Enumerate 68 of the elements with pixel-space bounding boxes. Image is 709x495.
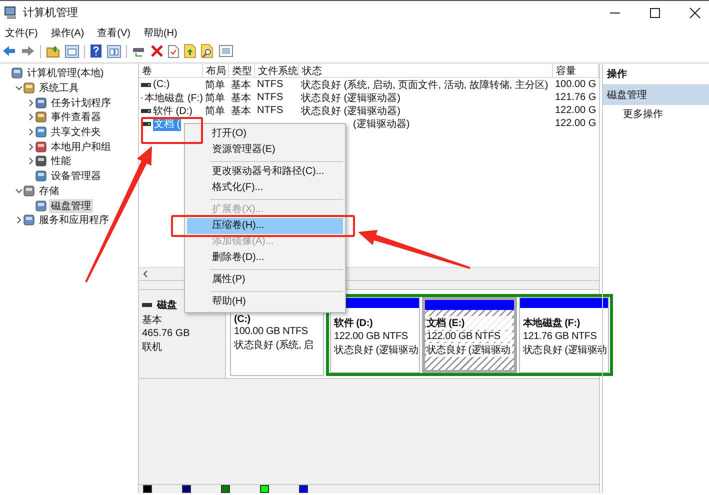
context-menu-item[interactable]: 更改驱动器号和路径(C)... [187, 164, 343, 180]
table-cell[interactable]: 软件 (D:) [153, 104, 192, 118]
table-cell: 121.76 G [555, 92, 596, 103]
partition-size: 122.00 GB NTFS [426, 331, 512, 342]
tree-item[interactable]: 共享文件夹 [49, 125, 103, 140]
partition-label: 本地磁盘 (F:) [522, 316, 581, 330]
table-cell-text: 状态良好 (系统, 启动, 页面文件, 活动, 故障转储, 主分区) [301, 78, 548, 92]
context-menu-item[interactable]: 格式化(F)... [187, 180, 343, 196]
table-cell-text: 简单 [205, 92, 225, 104]
disk-size: 465.76 GB [142, 328, 191, 339]
tree-item[interactable]: 系统工具 [37, 81, 81, 96]
table-cell-text: 状态良好 (逻辑驱动器) [301, 104, 400, 118]
tree-item[interactable]: 本地用户和组 [49, 140, 113, 154]
tree-item[interactable]: 事件查看器 [49, 110, 103, 124]
partition-label: 文档 (E:) [426, 316, 512, 330]
table-cell-text: (逻辑驱动器) [353, 118, 410, 130]
table-cell: NTFS [257, 92, 284, 103]
column-header[interactable]: 状态 [299, 64, 553, 77]
tree-item[interactable]: 任务计划程序 [49, 96, 113, 110]
action-link[interactable]: 更多操作 [603, 105, 709, 123]
column-header[interactable]: 类型 [229, 64, 255, 77]
partition-status: 状态良好 (逻辑驱动 [334, 344, 418, 357]
table-cell-text: 简单 [205, 104, 225, 118]
column-header[interactable]: 卷 [139, 64, 203, 77]
partition-status: 状态良好 (系统, 启 [234, 338, 314, 352]
partition-label: (C:) [234, 314, 252, 325]
tree-item[interactable]: 存储 [37, 184, 61, 198]
tree-item[interactable]: 服务和应用程序 [37, 213, 111, 228]
table-cell-text: 基本 [231, 78, 251, 92]
table-cell: NTFS [257, 105, 284, 116]
menu-item[interactable]: 查看(V) [97, 26, 130, 40]
partition-size: 122.00 GB NTFS [334, 331, 409, 342]
disk-status: 联机 [142, 340, 163, 354]
column-header[interactable]: 文件系统 [255, 64, 299, 77]
partition-size: 100.00 GB NTFS [234, 326, 309, 337]
tree-item[interactable]: 磁盘管理 [49, 198, 93, 213]
actions-section[interactable]: 磁盘管理 [603, 85, 709, 105]
table-cell-text: 简单 [205, 78, 225, 92]
partition-status: 状态良好 (逻辑驱动 [426, 343, 512, 357]
tree-item[interactable]: 性能 [49, 154, 73, 168]
partition-size: 121.76 GB NTFS [522, 331, 598, 342]
menu-item[interactable]: 文件(F) [5, 26, 38, 40]
disk-name: 磁盘 [157, 298, 177, 312]
partition-block[interactable]: 文档 (E:) 122.00 GB NTFS 状态良好 (逻辑驱动 [422, 297, 517, 373]
column-header[interactable]: 布局 [203, 64, 229, 77]
tree-item[interactable]: 设备管理器 [49, 169, 103, 184]
table-cell: NTFS [257, 79, 284, 90]
context-menu-item[interactable]: 资源管理器(E) [187, 142, 343, 158]
table-cell[interactable]: 本地磁盘 (F:) [144, 90, 203, 104]
context-menu-item[interactable]: 删除卷(D)... [187, 250, 343, 266]
table-cell: 100.00 G [555, 79, 596, 90]
table-cell-text: 基本 [231, 92, 251, 104]
tree-item[interactable]: 计算机管理(本地) [25, 66, 106, 80]
table-cell-text: 状态良好 (逻辑驱动器) [301, 92, 400, 104]
disk-type: 基本 [142, 314, 163, 327]
window-title: 计算机管理 [23, 6, 78, 20]
partition-block[interactable]: 软件 (D:) 122.00 GB NTFS 状态良好 (逻辑驱动 [330, 297, 420, 373]
table-cell: 122.00 G [555, 105, 596, 116]
menu-item[interactable]: 帮助(H) [143, 26, 178, 40]
table-cell-text: 基本 [231, 104, 251, 118]
context-menu-item[interactable]: 压缩卷(H)... [187, 218, 343, 234]
partition-label: 软件 (D:) [334, 316, 374, 330]
context-menu-item[interactable]: 打开(O) [187, 126, 343, 142]
menu-item[interactable]: 操作(A) [50, 26, 84, 40]
table-cell: 122.00 G [555, 118, 596, 129]
column-header[interactable]: 容量 [553, 64, 599, 77]
context-menu-item[interactable]: 属性(P) [187, 272, 343, 288]
table-cell[interactable]: (C:) [153, 79, 170, 90]
